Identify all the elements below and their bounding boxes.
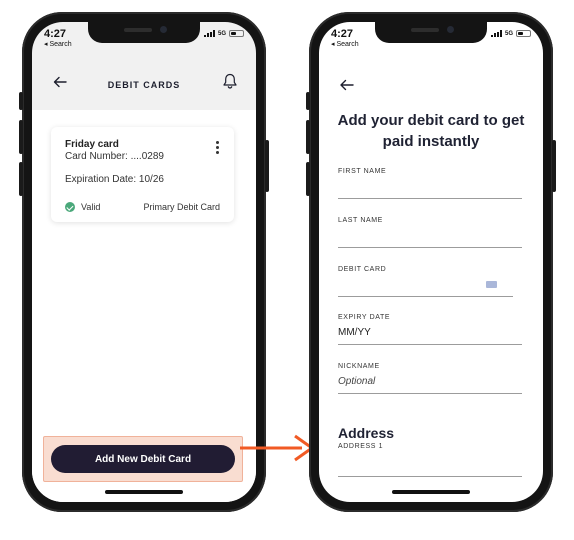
last-name-underline — [338, 247, 522, 248]
status-time: 4:27 — [331, 28, 354, 40]
card-number-row: Card Number: ....0289 — [65, 151, 220, 162]
volume-up-button — [19, 120, 23, 154]
last-name-input[interactable] — [338, 230, 522, 243]
page-headline: Add your debit card to get paid instantl… — [337, 112, 525, 150]
address1-underline — [338, 476, 522, 477]
card-footer: Valid Primary Debit Card — [65, 202, 220, 212]
back-to-search-link[interactable]: ◂ Search — [44, 40, 72, 48]
debit-card-underline — [338, 296, 513, 297]
expiry-date-label: EXPIRY DATE — [338, 314, 391, 321]
home-indicator — [392, 490, 470, 494]
notch — [375, 22, 487, 43]
network-type: 5G — [217, 31, 226, 37]
battery-icon — [229, 30, 244, 37]
nickname-underline — [338, 393, 522, 394]
volume-down-button — [306, 162, 310, 196]
nickname-input[interactable]: Optional — [338, 376, 522, 389]
check-circle-icon — [65, 202, 75, 212]
primary-card-badge: Primary Debit Card — [143, 202, 220, 212]
volume-down-button — [19, 162, 23, 196]
card-number-value: ....0289 — [130, 151, 164, 162]
expiry-date-field[interactable]: EXPIRY DATE MM/YY — [338, 314, 522, 345]
status-time: 4:27 — [44, 28, 67, 40]
mute-switch — [19, 92, 23, 110]
nickname-label: NICKNAME — [338, 363, 380, 370]
card-status: Valid — [81, 202, 101, 212]
mute-switch — [306, 92, 310, 110]
first-name-field[interactable]: FIRST NAME — [338, 168, 522, 199]
debit-card-item[interactable]: Friday card Card Number: ....0289 Expira… — [51, 127, 234, 222]
phone-right: 4:27 ◂ Search 5G Add your debit card to … — [306, 12, 556, 512]
debit-card-label: DEBIT CARD — [338, 266, 387, 273]
flow-arrow-icon — [240, 434, 315, 462]
more-options-icon[interactable] — [216, 141, 220, 154]
signal-icon — [203, 30, 215, 37]
power-button — [265, 140, 269, 192]
debit-card-field[interactable]: DEBIT CARD — [338, 266, 513, 297]
address-section-title: Address — [338, 425, 395, 441]
back-to-search-link[interactable]: ◂ Search — [331, 40, 359, 48]
status-icons: 5G — [490, 30, 531, 37]
header: DEBIT CARDS — [32, 60, 256, 110]
add-new-debit-card-button[interactable]: Add New Debit Card — [51, 445, 235, 473]
status-icons: 5G — [203, 30, 244, 37]
expiry-date-input[interactable]: MM/YY — [338, 327, 522, 340]
card-number-label: Card Number: — [65, 151, 128, 162]
power-button — [552, 140, 556, 192]
credit-card-icon — [486, 281, 497, 288]
back-arrow-icon[interactable] — [339, 78, 355, 92]
notch — [88, 22, 200, 43]
first-name-input[interactable] — [338, 181, 522, 194]
expiry-date-underline — [338, 344, 522, 345]
signal-icon — [490, 30, 502, 37]
card-expiration: Expiration Date: 10/26 — [65, 174, 164, 185]
phone-left: 4:27 ◂ Search 5G DEBIT CARDS Friday card… — [19, 12, 269, 512]
add-debit-card-screen: 4:27 ◂ Search 5G Add your debit card to … — [319, 22, 543, 502]
first-name-label: FIRST NAME — [338, 168, 387, 175]
volume-up-button — [306, 120, 310, 154]
last-name-label: LAST NAME — [338, 217, 383, 224]
card-name: Friday card — [65, 139, 119, 150]
nickname-field[interactable]: NICKNAME Optional — [338, 363, 522, 394]
home-indicator — [105, 490, 183, 494]
debit-cards-screen: 4:27 ◂ Search 5G DEBIT CARDS Friday card… — [32, 22, 256, 502]
network-type: 5G — [504, 31, 513, 37]
address1-label: ADDRESS 1 — [338, 443, 384, 450]
address1-field[interactable]: ADDRESS 1 — [338, 443, 522, 477]
battery-icon — [516, 30, 531, 37]
first-name-underline — [338, 198, 522, 199]
address1-input[interactable] — [338, 456, 522, 472]
bell-icon[interactable] — [222, 72, 238, 90]
last-name-field[interactable]: LAST NAME — [338, 217, 522, 248]
